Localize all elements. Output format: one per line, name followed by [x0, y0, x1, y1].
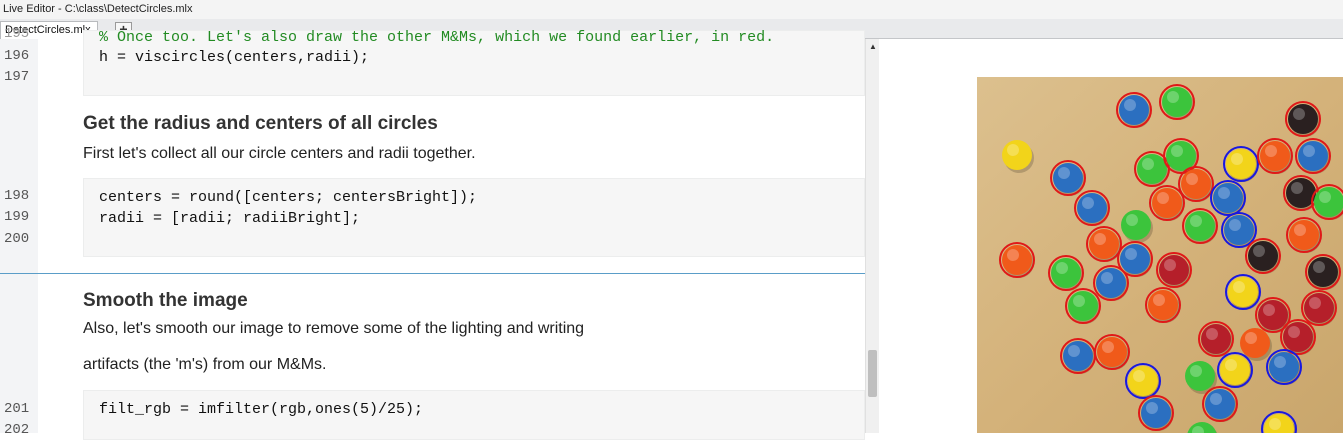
line-number: 202	[4, 422, 30, 438]
mm-candy	[1116, 92, 1152, 128]
mm-candy	[1301, 290, 1337, 326]
mm-candy	[1285, 101, 1321, 137]
mm-candy	[1305, 254, 1341, 290]
line-number-gutter: 195 196 197 198 199 200 201 202	[0, 26, 38, 438]
mm-candy	[1198, 321, 1234, 357]
mm-candy	[1202, 386, 1238, 422]
mm-candy	[1086, 226, 1122, 262]
mm-candy	[1138, 395, 1174, 431]
line-number: 197	[4, 69, 30, 85]
mm-candy	[1245, 238, 1281, 274]
mm-candy	[1266, 349, 1302, 385]
line-number: 200	[4, 231, 30, 247]
mm-candy	[1295, 138, 1331, 174]
mm-candy	[1125, 363, 1161, 399]
code-line[interactable]: centers = round([centers; centersBright]…	[99, 189, 477, 206]
mm-candy	[1065, 288, 1101, 324]
scroll-up-arrow-icon[interactable]: ▲	[869, 42, 877, 51]
code-line[interactable]: h = viscircles(centers,radii);	[99, 49, 369, 66]
section-divider	[0, 273, 865, 274]
mm-candy	[1210, 180, 1246, 216]
line-number: 201	[4, 401, 30, 417]
section-text[interactable]: First let's collect all our circle cente…	[83, 145, 476, 163]
mm-candy	[1178, 166, 1214, 202]
section-text[interactable]: artifacts (the 'm's) from our M&Ms.	[83, 356, 326, 374]
line-number: 199	[4, 209, 30, 225]
section-text[interactable]: Also, let's smooth our image to remove s…	[83, 320, 584, 338]
line-number: 196	[4, 48, 30, 64]
code-comment-line[interactable]: % Once too. Let's also draw the other M&…	[99, 29, 774, 46]
section-heading[interactable]: Get the radius and centers of all circle…	[83, 113, 438, 135]
line-number-partial: 195	[4, 26, 30, 42]
mm-candy	[999, 242, 1035, 278]
mms-detected-circles-image[interactable]	[977, 77, 1343, 433]
mm-candy	[1257, 138, 1293, 174]
line-number: 198	[4, 188, 30, 204]
section-heading[interactable]: Smooth the image	[83, 290, 248, 312]
mm-candy	[1094, 334, 1130, 370]
mm-candy	[1050, 160, 1086, 196]
mm-candy	[1223, 146, 1259, 182]
mm-candy	[1217, 352, 1253, 388]
mm-candy	[1225, 274, 1261, 310]
mm-candy	[1156, 252, 1192, 288]
scrollbar-thumb[interactable]	[868, 350, 877, 397]
mm-candy	[1048, 255, 1084, 291]
code-line[interactable]: radii = [radii; radiiBright];	[99, 210, 360, 227]
mm-candy	[1145, 287, 1181, 323]
window-title: Live Editor - C:\class\DetectCircles.mlx	[0, 0, 1343, 19]
editor-scrollbar[interactable]: ▲	[865, 39, 879, 433]
mm-candy	[1074, 190, 1110, 226]
mm-candy	[1163, 138, 1199, 174]
mm-candy	[1182, 208, 1218, 244]
mm-candy	[1093, 265, 1129, 301]
mm-candy	[1149, 185, 1185, 221]
mm-candy	[1060, 338, 1096, 374]
code-line[interactable]: filt_rgb = imfilter(rgb,ones(5)/25);	[99, 401, 423, 418]
mm-candy	[1286, 217, 1322, 253]
mm-candy	[1159, 84, 1195, 120]
